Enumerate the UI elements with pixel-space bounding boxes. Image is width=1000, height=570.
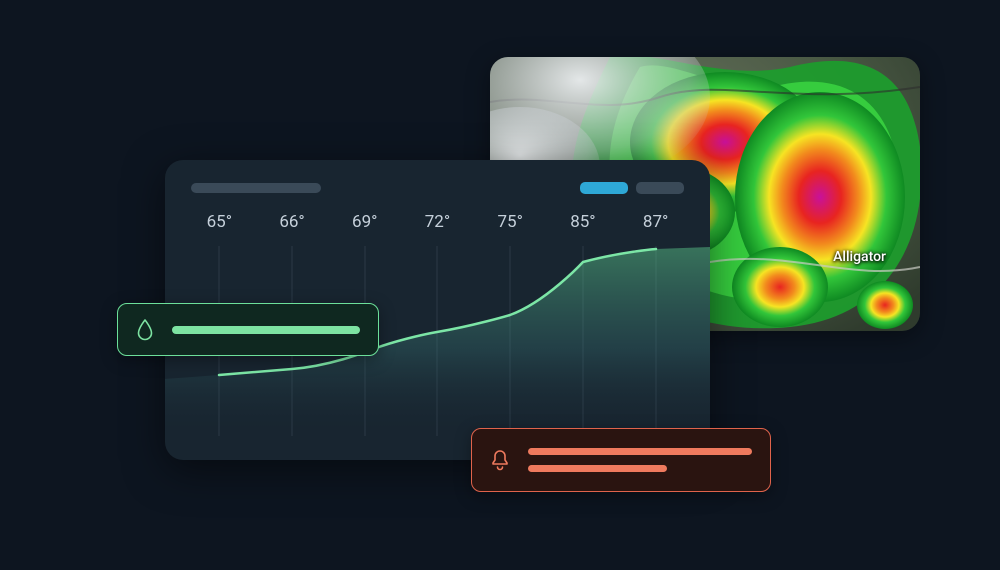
humidity-card[interactable] [117, 303, 379, 356]
chart-header [165, 160, 710, 204]
chart-view-toggle-a[interactable] [580, 182, 628, 194]
temperature-values-row: 65° 66° 69° 72° 75° 85° 87° [183, 212, 692, 232]
chart-title-placeholder [191, 183, 321, 193]
temp-value: 72° [401, 212, 474, 232]
temp-value: 65° [183, 212, 256, 232]
humidity-text-placeholder [172, 326, 360, 334]
bell-icon [490, 449, 510, 471]
alert-card[interactable] [471, 428, 771, 492]
chart-view-toggle-b[interactable] [636, 182, 684, 194]
temp-value: 85° [547, 212, 620, 232]
droplet-icon [136, 319, 154, 341]
temp-value: 69° [328, 212, 401, 232]
temp-value: 87° [619, 212, 692, 232]
temp-value: 66° [256, 212, 329, 232]
temp-value: 75° [474, 212, 547, 232]
alert-text-placeholder [528, 448, 752, 472]
